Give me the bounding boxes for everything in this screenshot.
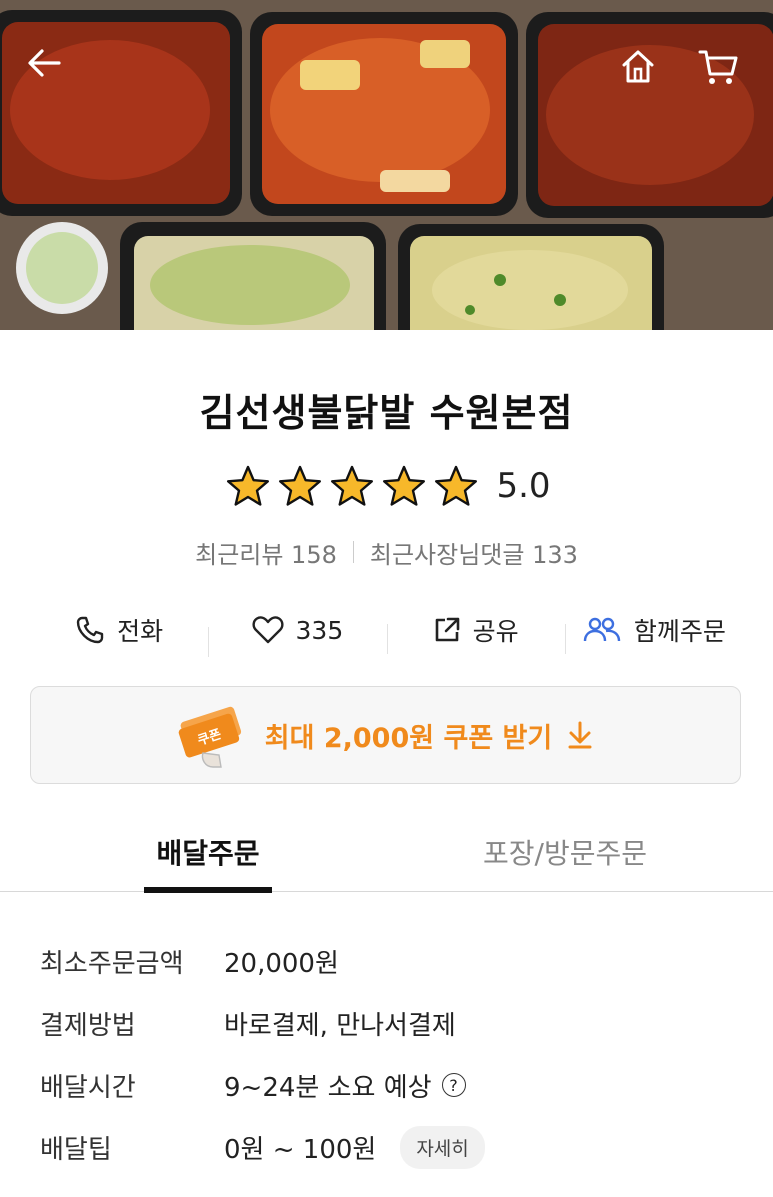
call-label: 전화	[117, 617, 164, 646]
share-label: 공유	[472, 617, 519, 646]
store-actions: 전화 335 공유 함께주문	[30, 604, 743, 657]
rating-row: 5.0	[0, 462, 773, 510]
delivery-info: 최소주문금액 20,000원 결제방법 바로결제, 만나서결제 배달시간 9~2…	[40, 930, 740, 1178]
star-icon	[274, 464, 326, 508]
star-icon	[326, 464, 378, 508]
cart-button[interactable]	[698, 48, 744, 94]
owner-replies-link[interactable]: 최근사장님댓글 133	[370, 535, 578, 570]
like-count: 335	[295, 615, 344, 645]
store-name: 김선생불닭발 수원본점	[199, 391, 574, 435]
coupon-label: 최대 2,000원 쿠폰 받기	[264, 722, 553, 754]
recent-reviews-link[interactable]: 최근리뷰 158	[195, 535, 337, 570]
delivery-tip-value: 0원 ~ 100원	[224, 1134, 377, 1165]
back-button[interactable]	[27, 48, 73, 94]
min-order-label: 최소주문금액	[40, 948, 184, 979]
arrow-left-icon	[28, 49, 61, 77]
star-icon	[378, 464, 430, 508]
share-button[interactable]: 공유	[386, 612, 565, 654]
delivery-time-value: 9~24분 소요 예상	[224, 1072, 432, 1103]
share-icon	[435, 617, 459, 642]
call-button[interactable]: 전화	[30, 612, 208, 648]
review-summary: 최근리뷰 158 최근사장님댓글 133	[0, 532, 773, 572]
group-order-button[interactable]: 함께주문	[564, 612, 743, 654]
like-button[interactable]: 335	[208, 615, 386, 657]
tab-delivery[interactable]: 배달주문	[144, 812, 272, 893]
payment-value: 바로결제, 만나서결제	[224, 1010, 456, 1041]
payment-row: 결제방법 바로결제, 만나서결제	[40, 992, 740, 1054]
cart-icon	[698, 50, 738, 84]
delivery-tip-label: 배달팁	[40, 1134, 112, 1165]
coupon-download-button[interactable]: 쿠폰 최대 2,000원 쿠폰 받기	[30, 686, 741, 784]
group-icon	[583, 617, 621, 642]
star-icon	[430, 464, 482, 508]
divider	[352, 541, 354, 563]
store-hero-image	[0, 0, 773, 330]
group-order-label: 함께주문	[633, 617, 726, 646]
delivery-time-label: 배달시간	[40, 1072, 136, 1103]
tab-pickup[interactable]: 포장/방문주문	[470, 812, 660, 892]
payment-label: 결제방법	[40, 1010, 136, 1041]
order-type-tabs: 배달주문 포장/방문주문	[0, 812, 773, 893]
rating-value: 5.0	[496, 466, 551, 506]
phone-icon	[76, 616, 104, 644]
star-icon	[222, 464, 274, 508]
download-arrow-icon	[568, 721, 592, 749]
delivery-time-row: 배달시간 9~24분 소요 예상 ?	[40, 1054, 740, 1116]
min-order-row: 최소주문금액 20,000원	[40, 930, 740, 992]
home-icon	[622, 50, 654, 83]
detail-button[interactable]: 자세히	[400, 1125, 485, 1169]
home-button[interactable]	[620, 48, 666, 94]
help-icon[interactable]: ?	[441, 1073, 466, 1097]
heart-icon	[252, 616, 284, 644]
delivery-tip-row: 배달팁 0원 ~ 100원 자세히	[40, 1116, 740, 1178]
min-order-value: 20,000원	[224, 948, 339, 979]
coupon-icon: 쿠폰	[178, 706, 241, 768]
